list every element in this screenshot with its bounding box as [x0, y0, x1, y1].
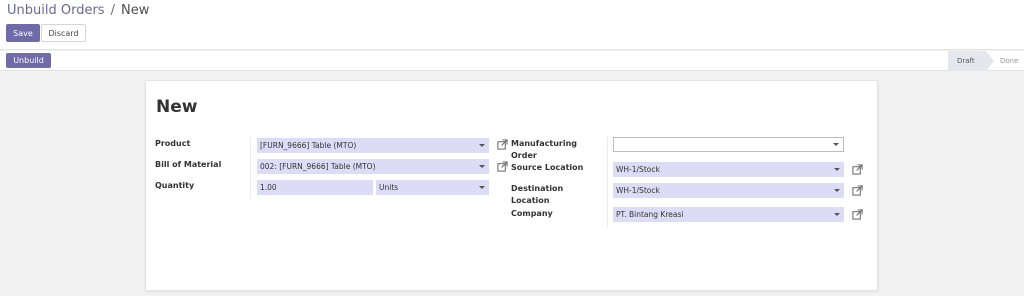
product-field[interactable]: [FURN_9666] Table (MTO) — [257, 138, 489, 153]
destination-location-label: Destination Location — [511, 184, 564, 205]
caret-down-icon — [833, 143, 839, 146]
company-field[interactable]: PT. Bintang Kreasi — [613, 207, 844, 222]
product-label: Product — [155, 139, 191, 148]
product-external-link-icon[interactable] — [497, 139, 508, 150]
source-location-label: Source Location — [511, 163, 584, 172]
control-panel: Unbuild Orders / New Save Discard — [0, 0, 1024, 50]
quantity-label: Quantity — [155, 181, 195, 190]
source-location-external-link-icon[interactable] — [852, 164, 863, 175]
quantity-input[interactable]: 1.00 — [257, 180, 373, 195]
breadcrumb-separator: / — [110, 3, 115, 18]
form-sheet: New Product [FURN_9666] Table (MTO) Bill… — [145, 80, 878, 291]
status-step-draft[interactable]: Draft — [948, 51, 994, 71]
right-divider — [607, 137, 608, 227]
form-title: New — [156, 97, 198, 117]
status-steps: Draft Done — [948, 51, 1024, 71]
company-label: Company — [511, 209, 553, 218]
bom-value: 002: [FURN_9666] Table (MTO) — [260, 162, 376, 171]
unbuild-button[interactable]: Unbuild — [6, 53, 51, 68]
uom-value: Units — [379, 183, 399, 192]
uom-select[interactable]: Units — [376, 180, 489, 195]
caret-down-icon — [479, 165, 485, 168]
source-location-field[interactable]: WH-1/Stock — [613, 162, 844, 177]
bom-field[interactable]: 002: [FURN_9666] Table (MTO) — [257, 159, 489, 174]
destination-location-external-link-icon[interactable] — [852, 185, 863, 196]
caret-down-icon — [834, 189, 840, 192]
caret-down-icon — [834, 213, 840, 216]
left-divider — [250, 137, 251, 199]
destination-location-field[interactable]: WH-1/Stock — [613, 183, 844, 198]
quantity-value: 1.00 — [260, 183, 277, 192]
bom-external-link-icon[interactable] — [497, 161, 508, 172]
discard-button[interactable]: Discard — [41, 24, 86, 42]
caret-down-icon — [479, 144, 485, 147]
breadcrumb-parent-link[interactable]: Unbuild Orders — [7, 3, 105, 18]
breadcrumb: Unbuild Orders / New — [7, 3, 149, 18]
statusbar: Unbuild Draft Done — [0, 51, 1024, 71]
manufacturing-order-field[interactable] — [613, 137, 844, 152]
product-value: [FURN_9666] Table (MTO) — [260, 141, 357, 150]
company-external-link-icon[interactable] — [852, 209, 863, 220]
status-step-done[interactable]: Done — [986, 51, 1024, 71]
company-value: PT. Bintang Kreasi — [616, 210, 684, 219]
save-button[interactable]: Save — [6, 24, 40, 42]
caret-down-icon — [834, 168, 840, 171]
manufacturing-order-label: Manufacturing Order — [511, 139, 577, 160]
destination-location-value: WH-1/Stock — [616, 186, 660, 195]
bom-label: Bill of Material — [155, 160, 222, 169]
source-location-value: WH-1/Stock — [616, 165, 660, 174]
caret-down-icon — [479, 186, 485, 189]
breadcrumb-current: New — [120, 3, 150, 18]
